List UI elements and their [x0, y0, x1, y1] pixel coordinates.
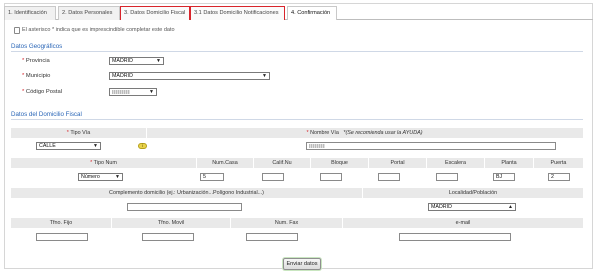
header-row-via: * Tipo Vía * Nombre Vía *(Se recomienda … [11, 128, 583, 138]
tipo-via-label: Tipo Vía [70, 130, 91, 136]
codigo-postal-label-text: Código Postal [25, 89, 62, 95]
chevron-down-icon: ▼ [156, 58, 161, 64]
note-icon [14, 27, 20, 34]
tab-datos-personales[interactable]: 2. Datos Personales [58, 6, 120, 20]
required-note: El asterisco * indica que es imprescindi… [22, 27, 175, 33]
tfno-fijo-input[interactable] [36, 233, 88, 241]
tab-confirmacion[interactable]: 4. Confirmación [287, 6, 337, 20]
tipo-via-value: CALLE [39, 143, 56, 149]
required-star: * [90, 160, 93, 166]
num-casa-header: Num.Casa [212, 160, 238, 166]
required-star: * [22, 73, 25, 79]
portal-header: Portal [390, 160, 405, 166]
required-star: * [306, 130, 309, 136]
escalera-input[interactable] [436, 173, 458, 181]
header-row-numero: * Tipo Num Num.Casa Calif.Nu Bloque Port… [11, 158, 583, 168]
redacted-value [309, 144, 325, 148]
nombre-via-label: Nombre Vía [310, 130, 339, 136]
chevron-down-icon: ▼ [93, 143, 98, 149]
tab-domicilio-fiscal[interactable]: 3. Datos Domicilio Fiscal [120, 6, 190, 20]
header-row-contacto: Tfno. Fijo Tfno. Movil Num. Fax e-mail [11, 218, 583, 228]
tfno-movil-input[interactable] [142, 233, 194, 241]
municipio-label: * Municipio [22, 73, 50, 79]
tipo-via-header: * Tipo Vía [11, 128, 146, 138]
nombre-via-hint: *(Se recomienda usar la AYUDA) [343, 130, 423, 136]
num-casa-input[interactable]: 5 [200, 173, 224, 181]
section-divider [11, 51, 583, 52]
localidad-value: MADRID [431, 204, 452, 210]
email-header: e-mail [455, 220, 471, 226]
planta-header: Planta [501, 160, 517, 166]
tab-identificacion[interactable]: 1. Identificación [4, 6, 56, 20]
municipio-label-text: Municipio [25, 73, 51, 79]
header-row-complemento: Complemento domicilio (ej.: Urbanización… [11, 188, 583, 198]
portal-input[interactable] [378, 173, 400, 181]
tfno-movil-header: Tfno. Movil [157, 220, 185, 226]
section-title-fiscal: Datos del Domicilio Fiscal [11, 111, 82, 118]
tipo-via-select[interactable]: CALLE ▼ [36, 142, 101, 150]
tipo-num-label: Tipo Num [93, 160, 117, 166]
required-star: * [22, 89, 25, 95]
provincia-select[interactable]: MADRID ▼ [109, 57, 164, 65]
bloque-header: Bloque [331, 160, 348, 166]
tab-domicilio-notificaciones[interactable]: 3.1 Datos Domicilio Notificaciones [190, 6, 285, 20]
municipio-select[interactable]: MADRID ▼ [109, 72, 270, 80]
calif-num-input[interactable] [262, 173, 284, 181]
num-fax-input[interactable] [246, 233, 298, 241]
localidad-select[interactable]: MADRID ▲ [428, 203, 516, 211]
codigo-postal-label: * Código Postal [22, 89, 62, 95]
section-divider [11, 119, 583, 120]
escalera-header: Escalera [445, 160, 466, 166]
chevron-down-icon: ▼ [149, 89, 154, 95]
tipo-num-value: Número [81, 174, 100, 180]
calif-num-header: Calif.Nu [272, 160, 292, 166]
tipo-num-select[interactable]: Número ▼ [78, 173, 123, 181]
municipio-value: MADRID [112, 73, 133, 79]
codigo-postal-select[interactable]: ▼ [109, 88, 157, 96]
puerta-input[interactable]: 2 [548, 173, 570, 181]
complemento-header: Complemento domicilio (ej.: Urbanización… [109, 190, 264, 196]
complemento-input[interactable] [127, 203, 242, 211]
bloque-input[interactable] [320, 173, 342, 181]
redacted-value [112, 90, 130, 94]
help-icon[interactable]: i [138, 143, 147, 149]
planta-input[interactable]: BJ [493, 173, 515, 181]
puerta-header: Puerta [550, 160, 567, 166]
provincia-label-text: Provincia [25, 58, 50, 64]
num-fax-header: Num. Fax [274, 220, 299, 226]
localidad-header: Localidad/Población [448, 190, 498, 196]
nombre-via-header: * Nombre Vía *(Se recomienda usar la AYU… [146, 128, 583, 138]
section-title-geograficos: Datos Geográficos [11, 43, 63, 50]
required-star: * [66, 130, 69, 136]
chevron-down-icon: ▲ [508, 204, 513, 210]
email-input[interactable] [399, 233, 511, 241]
chevron-down-icon: ▼ [115, 174, 120, 180]
provincia-value: MADRID [112, 58, 133, 64]
tipo-num-header: * Tipo Num [11, 158, 196, 168]
provincia-label: * Provincia [22, 58, 50, 64]
wizard-tabs: 1. Identificación 2. Datos Personales 3.… [4, 6, 593, 20]
tfno-fijo-header: Tfno. Fijo [49, 220, 73, 226]
required-star: * [22, 58, 25, 64]
nombre-via-input[interactable] [306, 142, 556, 150]
chevron-down-icon: ▼ [262, 73, 267, 79]
enviar-datos-button[interactable]: Enviar datos [283, 258, 321, 270]
